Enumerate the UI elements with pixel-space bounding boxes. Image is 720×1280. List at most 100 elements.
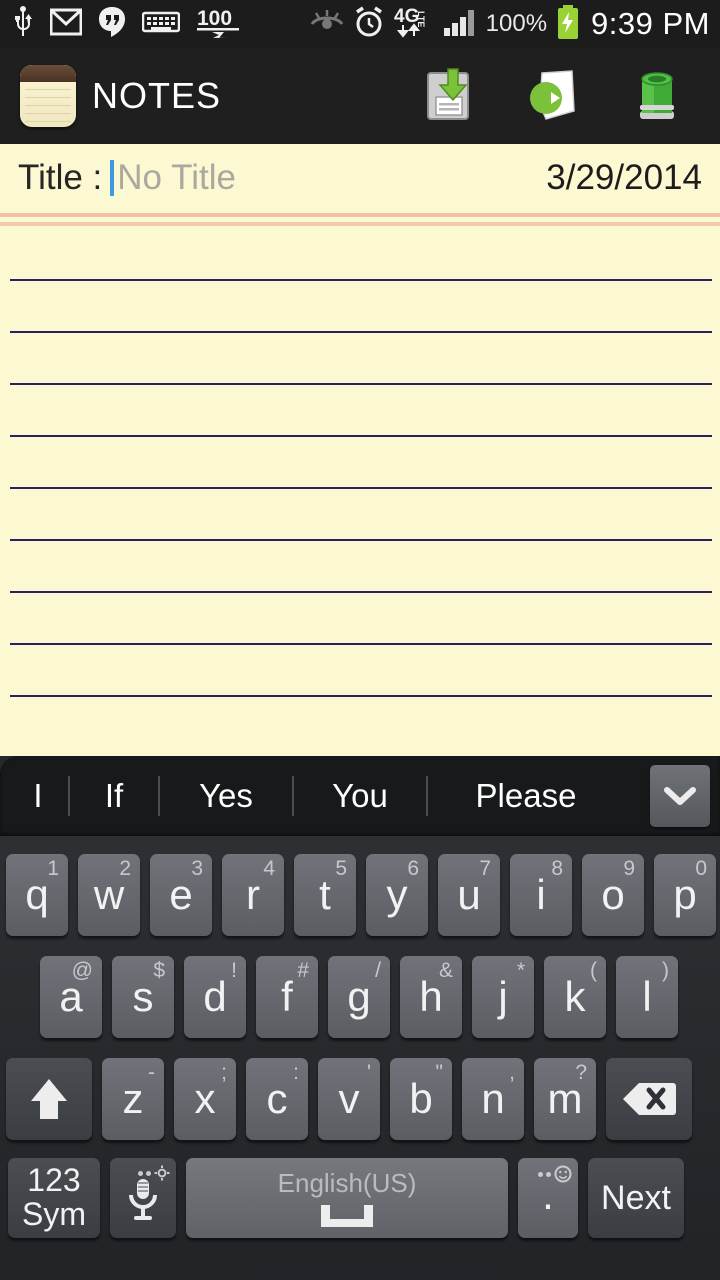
svg-text:100: 100	[197, 7, 232, 30]
period-key[interactable]: .	[518, 1158, 578, 1238]
key-secondary-label: *	[516, 959, 525, 982]
hide-keyboard-button[interactable]	[650, 765, 710, 827]
key-l[interactable]: ) l	[616, 956, 678, 1038]
key-v[interactable]: ' v	[318, 1058, 380, 1140]
key-b[interactable]: " b	[390, 1058, 452, 1140]
key-secondary-label: !	[231, 959, 237, 982]
note-line[interactable]	[10, 331, 712, 333]
key-secondary-label: 6	[407, 857, 419, 880]
key-k[interactable]: (k	[544, 956, 606, 1038]
key-g[interactable]: / g	[328, 956, 390, 1038]
symbols-key[interactable]: 123 Sym	[8, 1158, 100, 1238]
key-primary-label: p	[673, 871, 697, 918]
key-secondary-label: -	[148, 1061, 155, 1084]
key-s[interactable]: $ s	[112, 956, 174, 1038]
4g-lte-icon: 4G LTE	[394, 5, 434, 44]
backspace-icon	[623, 1083, 676, 1115]
key-primary-label: t	[319, 871, 331, 918]
keyboard-icon	[141, 10, 181, 39]
key-m[interactable]: ? m	[534, 1058, 596, 1140]
key-e[interactable]: 3e	[150, 854, 212, 936]
key-o[interactable]: 9o	[582, 854, 644, 936]
key-a[interactable]: @ a	[40, 956, 102, 1038]
symbols-key-line2: Sym	[22, 1196, 86, 1232]
key-t[interactable]: 5t	[294, 854, 356, 936]
key-secondary-label: 1	[47, 857, 59, 880]
suggestion-item[interactable]: Yes	[160, 772, 292, 820]
title-divider-top	[0, 213, 720, 217]
note-line[interactable]	[10, 643, 712, 645]
key-n[interactable]: ,n	[462, 1058, 524, 1140]
chevron-down-icon	[664, 787, 696, 805]
suggestion-item[interactable]: Please	[428, 772, 624, 820]
key-p[interactable]: 0p	[654, 854, 716, 936]
backspace-key[interactable]	[606, 1058, 692, 1140]
key-secondary-label: ?	[575, 1061, 587, 1084]
key-h[interactable]: & h	[400, 956, 462, 1038]
key-secondary-label: ;	[221, 1061, 227, 1084]
key-u[interactable]: 7u	[438, 854, 500, 936]
note-title-input[interactable]: No Title	[117, 158, 236, 198]
suggestion-item[interactable]: You	[294, 772, 426, 820]
text-caret	[110, 160, 115, 196]
note-line[interactable]	[10, 383, 712, 385]
key-secondary-label: 5	[335, 857, 347, 880]
eye-icon	[310, 9, 344, 40]
key-primary-label: k	[564, 973, 586, 1020]
key-primary-label: v	[338, 1075, 360, 1122]
app-bar: NOTES	[0, 48, 720, 144]
key-secondary-label: &	[438, 959, 453, 982]
key-j[interactable]: * j	[472, 956, 534, 1038]
note-line[interactable]	[10, 279, 712, 281]
mic-options-indicator	[138, 1165, 170, 1181]
key-secondary-label: 9	[623, 857, 635, 880]
voice-input-key[interactable]	[110, 1158, 176, 1238]
suggestion-item[interactable]: I	[8, 772, 68, 820]
key-secondary-label: '	[366, 1061, 371, 1084]
title-divider-bottom	[0, 222, 720, 226]
key-primary-label: q	[25, 871, 49, 918]
key-q[interactable]: 1q	[6, 854, 68, 936]
note-paper[interactable]: Title : No Title 3/29/2014	[0, 144, 720, 756]
key-primary-label: b	[409, 1075, 433, 1122]
signal-bars-icon	[443, 7, 477, 42]
note-line[interactable]	[10, 487, 712, 489]
phone-screen: 100 4G LTE 100% 9:39 PM NOTES Title: No…	[0, 0, 720, 1280]
save-icon[interactable]	[418, 65, 480, 127]
key-i[interactable]: 8i	[510, 854, 572, 936]
note-line[interactable]	[10, 435, 712, 437]
note-title-label: Title :	[18, 158, 103, 197]
key-c[interactable]: :c	[246, 1058, 308, 1140]
note-line[interactable]	[10, 539, 712, 541]
key-secondary-label: :	[293, 1061, 299, 1084]
key-primary-label: a	[59, 973, 83, 1020]
key-d[interactable]: ! d	[184, 956, 246, 1038]
key-f[interactable]: # f	[256, 956, 318, 1038]
period-key-label: .	[542, 1170, 554, 1218]
trash-icon[interactable]	[626, 65, 688, 127]
gear-icon	[154, 1165, 170, 1181]
next-key-label: Next	[601, 1179, 671, 1217]
key-w[interactable]: 2w	[78, 854, 140, 936]
key-x[interactable]: ; x	[174, 1058, 236, 1140]
new-note-icon[interactable]	[522, 65, 584, 127]
key-secondary-label: (	[590, 959, 597, 982]
key-z[interactable]: -z	[102, 1058, 164, 1140]
key-r[interactable]: 4r	[222, 854, 284, 936]
keyboard-row-1: 1q2w3e4r5t6y7u8i9o0p	[0, 844, 720, 946]
next-key[interactable]: Next	[588, 1158, 684, 1238]
key-y[interactable]: 6y	[366, 854, 428, 936]
key-secondary-label: 3	[191, 857, 203, 880]
note-line[interactable]	[10, 591, 712, 593]
hangouts-icon	[98, 6, 126, 43]
key-primary-label: r	[246, 871, 260, 918]
shift-up-arrow-icon	[31, 1079, 67, 1119]
note-line[interactable]	[10, 695, 712, 697]
suggestion-item[interactable]: If	[70, 772, 158, 820]
page-title: NOTES	[92, 75, 222, 116]
space-key[interactable]: English(US)	[186, 1158, 508, 1238]
shift-key[interactable]	[6, 1058, 92, 1140]
note-title-row[interactable]: Title : No Title 3/29/2014	[0, 144, 720, 212]
key-primary-label: x	[194, 1075, 216, 1122]
key-rows: 1q2w3e4r5t6y7u8i9o0p @ a $ s! d # f / g & h * j(k) l …	[0, 836, 720, 1280]
